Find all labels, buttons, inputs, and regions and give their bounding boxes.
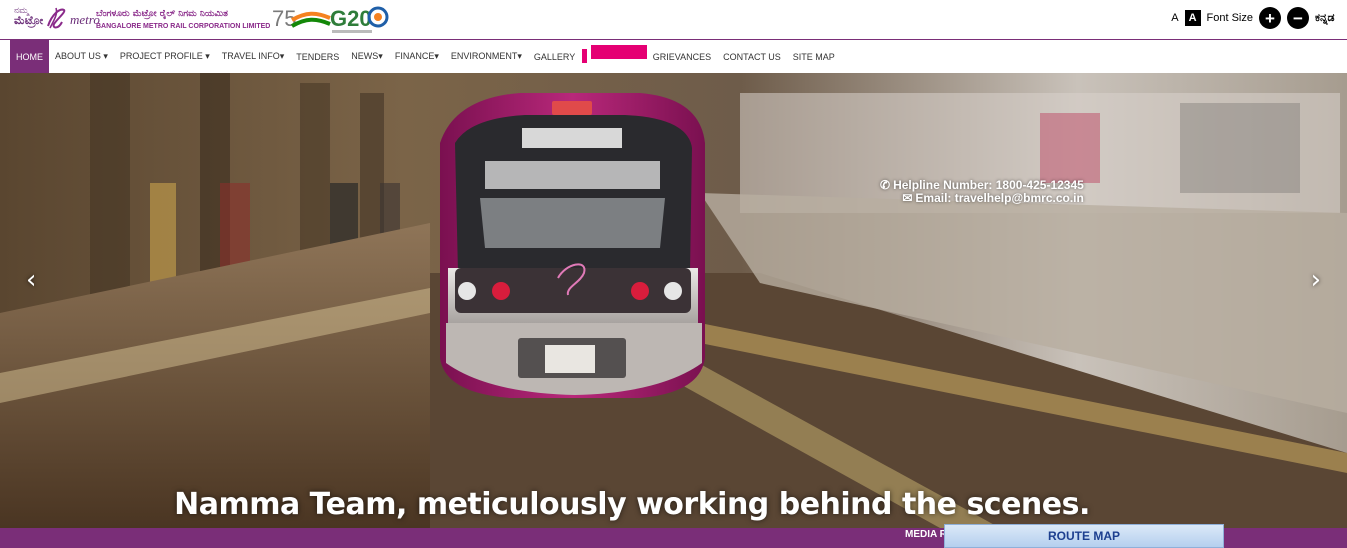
nav-about-us[interactable]: ABOUT US ▾ [49, 40, 114, 73]
org-name-kannada: ಬೆಂಗಳೂರು ಮೆಟ್ರೋ ರೈಲ್ ನಿಗಮ ನಿಯಮಿತ [96, 9, 228, 19]
nav-environment[interactable]: ENVIRONMENT▾ [445, 40, 528, 73]
media-release-label[interactable]: MEDIA RELEASE [905, 529, 945, 540]
main-nav: HOME ABOUT US ▾ PROJECT PROFILE ▾ TRAVEL… [0, 40, 1347, 73]
helpline-info: ✆ Helpline Number: 1800-425-12345 ✉ Emai… [880, 179, 1084, 205]
font-size-tools: A A Font Size + − ಕನ್ನಡ [1171, 6, 1347, 30]
carousel-next-icon[interactable]: › [1311, 265, 1321, 295]
nav-contact-us[interactable]: CONTACT US [717, 40, 787, 73]
org-name-english: BANGALORE METRO RAIL CORPORATION LIMITED [96, 23, 271, 30]
phone-icon: ✆ [880, 178, 891, 192]
hero-train-image [0, 73, 1347, 528]
nav-finance[interactable]: FINANCE▾ [389, 40, 445, 73]
carousel-prev-icon[interactable]: ‹ [26, 265, 36, 295]
site-header: ನಮ್ಮ ಮೆಟ್ರೋ metro ಬೆಂಗಳೂರು ಮೆಟ್ರೋ ರೈಲ್ ನ… [0, 0, 1347, 40]
nav-careers[interactable]: CAREERS [582, 45, 647, 63]
font-size-label: Font Size [1206, 12, 1253, 24]
nav-project-profile[interactable]: PROJECT PROFILE ▾ [114, 40, 216, 73]
language-toggle-link[interactable]: ಕನ್ನಡ [1315, 11, 1347, 25]
nav-site-map[interactable]: SITE MAP [787, 40, 841, 73]
font-normal-button[interactable]: A [1171, 12, 1178, 24]
g20-azadi-logo: 75 G20 [272, 6, 389, 33]
hero-carousel[interactable]: ✆ Helpline Number: 1800-425-12345 ✉ Emai… [0, 73, 1347, 528]
nav-tenders[interactable]: TENDERS [290, 40, 345, 73]
nav-gallery[interactable]: GALLERY [528, 40, 581, 73]
nav-travel-info[interactable]: TRAVEL INFO▾ [216, 40, 291, 73]
nav-grievances[interactable]: GRIEVANCES [647, 40, 717, 73]
logo-namma-text: ನಮ್ಮ ಮೆಟ್ರೋ [14, 6, 44, 27]
carousel-caption: Namma Team, meticulously working behind … [174, 487, 1090, 522]
mail-icon: ✉ [902, 191, 913, 205]
font-decrease-icon[interactable]: − [1287, 7, 1309, 29]
helpline-email[interactable]: Email: travelhelp@bmrc.co.in [915, 192, 1083, 205]
metro-swirl-icon [47, 7, 66, 29]
nav-news[interactable]: NEWS▾ [345, 40, 389, 73]
bmrcl-logo[interactable]: ನಮ್ಮ ಮೆಟ್ರೋ metro ಬೆಂಗಳೂರು ಮೆಟ್ರೋ ರೈಲ್ ನ… [14, 4, 270, 34]
font-contrast-button[interactable]: A [1184, 10, 1201, 26]
font-increase-icon[interactable]: + [1259, 7, 1281, 29]
nav-home[interactable]: HOME [10, 40, 49, 73]
route-map-button[interactable]: ROUTE MAP [944, 524, 1224, 548]
g20-text: G20 [330, 6, 372, 31]
